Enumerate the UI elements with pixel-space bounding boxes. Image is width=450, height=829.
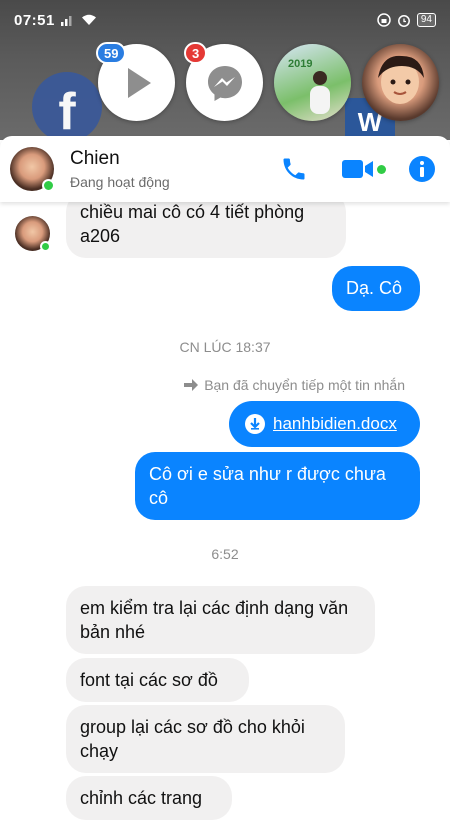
facebook-app-icon: f (32, 72, 102, 142)
info-icon (409, 156, 435, 182)
message-incoming[interactable]: font tại các sơ đồ (66, 658, 249, 702)
message-outgoing[interactable]: Cô ơi e sửa như r được chưa cô (135, 452, 420, 520)
child-photo-icon (378, 55, 424, 104)
file-name-link[interactable]: hanhbidien.docx (273, 414, 397, 434)
message-text: chiều mai cô có 4 tiết phòng a206 (80, 202, 305, 246)
signal-icon (60, 16, 72, 26)
download-icon (245, 414, 265, 434)
status-right-icons: 94 (377, 13, 436, 27)
contact-status: Đang hoạt động (70, 174, 170, 190)
forward-note-text: Bạn đã chuyển tiếp một tin nhắn (204, 377, 405, 393)
message-incoming[interactable]: em kiểm tra lại các định dạng văn bản nh… (66, 586, 375, 654)
status-left-icons (60, 14, 97, 26)
online-indicator (40, 241, 51, 252)
info-button[interactable] (408, 155, 436, 183)
status-time: 07:51 (14, 11, 55, 29)
message-incoming[interactable]: chỉnh các trang (66, 776, 232, 820)
video-badge: 59 (96, 42, 127, 64)
call-button[interactable] (280, 155, 308, 183)
video-camera-icon (342, 160, 373, 178)
lock-rotation-icon (377, 13, 391, 27)
chat-heads: f W 59 3 2019 (0, 40, 450, 178)
timestamp: 6:52 (211, 546, 239, 562)
wifi-icon (81, 14, 96, 25)
conversation-header: Chien Đang hoạt động (0, 136, 450, 202)
message-text: font tại các sơ đồ (80, 670, 218, 690)
message-text: em kiểm tra lại các định dạng văn bản nh… (80, 598, 349, 642)
chat-head-chien[interactable] (362, 44, 439, 121)
message-text: Dạ. Cô (346, 278, 403, 298)
message-text: Cô ơi e sửa như r được chưa cô (149, 464, 386, 508)
contact-name: Chien (70, 148, 120, 169)
sender-avatar[interactable] (15, 216, 51, 252)
phone-icon (283, 158, 305, 180)
message-outgoing[interactable]: Dạ. Cô (332, 266, 420, 311)
message-text: group lại các sơ đồ cho khỏi chạy (80, 717, 305, 761)
video-call-button[interactable] (342, 158, 386, 180)
status-bar: 07:51 94 (0, 0, 450, 40)
message-incoming[interactable]: group lại các sơ đồ cho khỏi chạy (66, 705, 345, 773)
timestamp: CN LÚC 18:37 (179, 339, 271, 355)
play-icon (127, 67, 151, 98)
chat-head-photo[interactable]: 2019 (274, 44, 351, 121)
alarm-icon (397, 15, 410, 27)
messenger-icon (207, 65, 242, 101)
avatar[interactable] (10, 147, 55, 192)
contact-info[interactable]: Chien Đang hoạt động (70, 148, 280, 190)
forward-note: Bạn đã chuyển tiếp một tin nhắn (184, 377, 405, 393)
online-indicator (42, 179, 55, 192)
message-incoming[interactable]: chiều mai cô có 4 tiết phòng a206 (66, 202, 346, 258)
person-photo-icon (310, 71, 330, 114)
messenger-badge: 3 (184, 42, 208, 64)
message-list[interactable]: chiều mai cô có 4 tiết phòng a206 Dạ. Cô… (0, 202, 450, 829)
forward-arrow-icon (184, 379, 199, 391)
video-online-dot (377, 164, 386, 174)
battery-indicator: 94 (416, 13, 436, 27)
file-attachment[interactable]: hanhbidien.docx (229, 401, 420, 447)
message-text: chỉnh các trang (80, 788, 203, 808)
